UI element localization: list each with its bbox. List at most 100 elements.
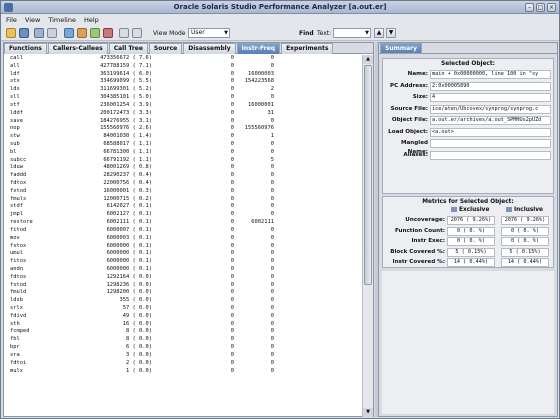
instr-count-a: 0	[230, 133, 234, 140]
list-item[interactable]: save 184276955 ( 3.1) 0 0	[4, 118, 362, 126]
instr-name: mov	[10, 234, 20, 241]
list-item[interactable]: fcmped 8 ( 0.0) 0 0	[4, 328, 362, 336]
back-icon[interactable]	[119, 28, 129, 38]
tab-callers-callees[interactable]: Callers-Callees	[47, 43, 108, 54]
list-item[interactable]: fitos 6000000 ( 0.1) 0 0	[4, 258, 362, 266]
list-item[interactable]: fmuls 12000715 ( 0.2) 0 0	[4, 196, 362, 204]
tab-source[interactable]: Source	[148, 43, 183, 54]
save-icon[interactable]	[34, 28, 44, 38]
list-item[interactable]: faddd 28290237 ( 0.4) 0 0	[4, 172, 362, 180]
menu-timeline[interactable]: Timeline	[48, 16, 76, 24]
list-item[interactable]: fdtox 22000756 ( 0.4) 0 0	[4, 180, 362, 188]
scroll-down-icon[interactable]: ▼	[363, 408, 373, 417]
instr-count-a: 0	[230, 234, 234, 241]
list-item[interactable]: restore 6002111 ( 0.1) 0 6002111	[4, 219, 362, 227]
summary-field-value[interactable]: a.out.er/archives/a.out_SPMHUs2pUZd	[430, 116, 551, 125]
instr-count-b: 0	[270, 148, 274, 155]
instr-freq: 200172473 ( 3.3)	[100, 109, 152, 116]
find-down-button[interactable]: ▼	[386, 28, 396, 38]
find-input[interactable]: ▼	[333, 28, 371, 38]
tab-instr-freq[interactable]: Instr-Freq	[236, 43, 281, 54]
open-icon[interactable]	[6, 28, 16, 38]
summary-field-value[interactable]: ice/aten/Ubcovex/synprog/synprog.c	[430, 104, 551, 114]
list-item[interactable]: subcc 66791192 ( 1.1) 0 5	[4, 157, 362, 165]
tab-call-tree[interactable]: Call Tree	[108, 43, 148, 54]
vertical-scrollbar[interactable]: ▲ ▼	[362, 55, 373, 417]
toolbar: View Mode User ▼ Find Text: ▼ ▲ ▼	[1, 25, 559, 41]
list-item[interactable]: umul 6000000 ( 0.1) 0 0	[4, 250, 362, 258]
instr-count-a: 0	[230, 320, 234, 327]
exclusive-header: Exclusive	[451, 207, 489, 213]
list-item[interactable]: sth 16 ( 0.0) 0 0	[4, 321, 362, 329]
list-item[interactable]: stf 236001254 ( 3.9) 0 16000001	[4, 102, 362, 110]
instr-count-b: 155560976	[244, 125, 274, 132]
minimize-button[interactable]: –	[525, 3, 534, 12]
summary-field-value[interactable]: 4	[430, 93, 551, 102]
list-item[interactable]: lddf 200172473 ( 3.3) 0 31	[4, 110, 362, 118]
summary-field: Source File: ice/aten/Ubcovex/synprog/syn…	[385, 104, 553, 114]
instr-count-b: 0	[270, 250, 274, 257]
list-item[interactable]: sub 68588017 ( 1.1) 0 0	[4, 141, 362, 149]
instr-freq: 84001030 ( 1.4)	[103, 133, 152, 140]
list-item[interactable]: call 473356672 ( 7.6) 0 0	[4, 55, 362, 63]
list-item[interactable]: fstod 1298236 ( 0.0) 0 0	[4, 282, 362, 290]
summary-field-value[interactable]	[430, 139, 551, 148]
list-item[interactable]: fmuld 1298200 ( 0.0) 0 0	[4, 289, 362, 297]
metric-row: Instr Exec: 0 ( 0. %) 0 ( 0. %)	[385, 237, 553, 246]
list-item[interactable]: jmpl 6002127 ( 0.1) 0 0	[4, 211, 362, 219]
list-item[interactable]: mov 6000003 ( 0.1) 0 0	[4, 235, 362, 243]
list-item[interactable]: sra 3 ( 0.0) 0 0	[4, 352, 362, 360]
scroll-thumb[interactable]	[364, 65, 372, 285]
list-item[interactable]: fstox 6000000 ( 0.1) 0 0	[4, 243, 362, 251]
list-item[interactable]: srlx 57 ( 0.0) 0 0	[4, 305, 362, 313]
tab-functions[interactable]: Functions	[4, 43, 47, 54]
selected-object-title: Selected Object:	[441, 61, 495, 67]
list-item[interactable]: bl 66781300 ( 1.1) 0 0	[4, 149, 362, 157]
summary-field-value[interactable]: 2:0x00005890	[430, 81, 551, 91]
list-item[interactable]: fdtos 1292164 ( 0.0) 0 0	[4, 274, 362, 282]
view-mode-select[interactable]: User ▼	[188, 28, 230, 38]
instr-freq: 1298236 ( 0.0)	[106, 281, 152, 288]
list-item[interactable]: nop 155560976 ( 2.6) 0 155560976	[4, 125, 362, 133]
summary-field-value[interactable]: <a.out>	[430, 127, 551, 137]
close-button[interactable]: ×	[547, 3, 556, 12]
sort-icon[interactable]	[90, 28, 100, 38]
color-icon[interactable]	[103, 28, 113, 38]
tab-summary[interactable]: Summary	[380, 43, 423, 54]
list-item[interactable]: stw 84001030 ( 1.4) 0 1	[4, 133, 362, 141]
list-item[interactable]: bpr 6 ( 0.0) 0 0	[4, 344, 362, 352]
list-item[interactable]: lduw 48001269 ( 0.8) 0 0	[4, 164, 362, 172]
instr-name: stw	[10, 133, 20, 140]
list-item[interactable]: fdtoi 2 ( 0.0) 0 0	[4, 360, 362, 368]
list-item[interactable]: ldx 311699301 ( 5.2) 0 2	[4, 86, 362, 94]
list-item[interactable]: stdf 6142027 ( 0.1) 0 0	[4, 203, 362, 211]
list-item[interactable]: ldf 363199614 ( 6.0) 0 16000003	[4, 71, 362, 79]
list-item[interactable]: fbl 8 ( 0.0) 0 0	[4, 336, 362, 344]
filter-icon[interactable]	[64, 28, 74, 38]
list-item[interactable]: stx 334699099 ( 5.5) 0 154223568	[4, 78, 362, 86]
instr-name: fdtoi	[10, 359, 27, 366]
list-item[interactable]: fdivd 49 ( 0.0) 0 0	[4, 313, 362, 321]
tab-disassembly[interactable]: Disassembly	[183, 43, 236, 54]
menu-view[interactable]: View	[25, 16, 40, 24]
metrics-icon[interactable]	[77, 28, 87, 38]
summary-field-value[interactable]	[430, 150, 551, 160]
compare-icon[interactable]	[19, 28, 29, 38]
tab-experiments[interactable]: Experiments	[281, 43, 334, 54]
list-item[interactable]: sll 304385101 ( 5.0) 0 0	[4, 94, 362, 102]
summary-field-label: Load Object:	[388, 128, 428, 135]
forward-icon[interactable]	[132, 28, 142, 38]
summary-field-value[interactable]: main + 0x00000000, line 100 in "sy	[430, 70, 551, 79]
scroll-up-icon[interactable]: ▲	[363, 55, 373, 64]
list-item[interactable]: andn 6000000 ( 0.1) 0 0	[4, 266, 362, 274]
list-item[interactable]: all 427788159 ( 7.1) 0 0	[4, 63, 362, 71]
list-item[interactable]: fxtod 16000001 ( 0.3) 0 0	[4, 188, 362, 196]
menu-file[interactable]: File	[6, 16, 17, 24]
list-item[interactable]: mulx 1 ( 0.0) 0 0	[4, 368, 362, 376]
menu-help[interactable]: Help	[84, 16, 99, 24]
print-icon[interactable]	[47, 28, 57, 38]
list-item[interactable]: ldsb 355 ( 0.0) 0 0	[4, 297, 362, 305]
maximize-button[interactable]: □	[536, 3, 545, 12]
find-up-button[interactable]: ▲	[374, 28, 384, 38]
list-item[interactable]: fitod 6000007 ( 0.1) 0 0	[4, 227, 362, 235]
